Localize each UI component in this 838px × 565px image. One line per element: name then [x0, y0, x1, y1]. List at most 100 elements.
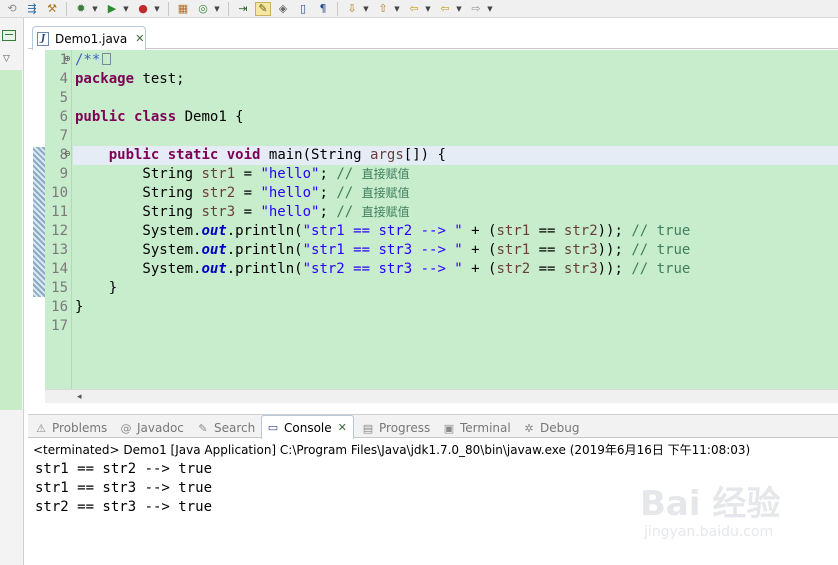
package-icon[interactable]: ▦ — [175, 2, 191, 16]
code-line[interactable]: System.out.println("str2 == str3 --> " +… — [75, 260, 690, 279]
tab-console[interactable]: ▭ Console ✕ — [261, 415, 354, 439]
tab-debug[interactable]: ✲ Debug — [522, 419, 579, 437]
chevron-down-icon[interactable]: ▼ — [91, 2, 99, 16]
close-icon[interactable]: ✕ — [135, 32, 144, 45]
forward-nav-icon[interactable]: ⇨ — [468, 2, 484, 16]
tab-label: Problems — [52, 421, 108, 435]
chevron-down-icon[interactable]: ▼ — [486, 2, 494, 16]
new-class-icon[interactable]: ◎ — [195, 2, 211, 16]
line-number: 16 — [51, 299, 68, 315]
history-icon[interactable]: ⟲ — [4, 2, 20, 16]
chevron-down-icon[interactable]: ▼ — [393, 2, 401, 16]
prev-annotation-icon[interactable]: ⇧ — [375, 2, 391, 16]
main-toolbar: ⟲ ⇶ ⚒ ✹ ▼ ▶ ▼ ● ▼ ▦ ◎ ▼ ⇥ ✎ ◈ ▯ ¶ ⇩ ▼ ⇧ … — [0, 0, 838, 18]
code-token: void — [226, 147, 261, 163]
code-token: String — [75, 185, 202, 201]
line-number: 7 — [59, 128, 68, 144]
code-line[interactable]: } — [75, 298, 83, 317]
code-line[interactable]: /** — [75, 51, 112, 70]
search-icon: ✎ — [198, 421, 208, 435]
line-number: 12 — [51, 223, 68, 239]
code-line[interactable]: String str1 = "hello"; // 直接赋值 — [75, 165, 410, 184]
line-number-ruler: 1 ⊕ 4 5 6 7 8 ⊖ 9 10 11 12 13 14 15 16 17 — [45, 50, 72, 389]
code-token: Demo1 { — [176, 109, 244, 125]
code-line[interactable]: public static void main(String args[]) { — [75, 146, 446, 165]
toggle-mark-icon[interactable]: ◈ — [275, 2, 291, 16]
code-line[interactable]: public class Demo1 { — [75, 108, 244, 127]
coverage-icon[interactable]: ● — [135, 2, 151, 16]
progress-icon: ▤ — [362, 421, 374, 435]
line-number: 13 — [51, 242, 68, 258]
expand-fold-icon[interactable]: ⊕ — [64, 54, 71, 63]
code-token: // — [336, 185, 362, 201]
terminal-icon: ▣ — [443, 421, 455, 435]
tab-terminal[interactable]: ▣ Terminal — [442, 419, 511, 437]
code-token: .println( — [226, 223, 303, 239]
code-token: String — [75, 204, 202, 220]
chevron-down-icon[interactable]: ▼ — [122, 2, 130, 16]
code-token: == — [530, 223, 564, 239]
code-token: .println( — [226, 261, 303, 277]
view-menu-icon[interactable]: ▽ — [3, 54, 10, 64]
code-token: "str2 == str3 --> " — [302, 261, 463, 277]
code-token: } — [75, 280, 118, 296]
bottom-panel-tabs: ⚠ Problems @ Javadoc ✎ Search ▭ Console ✕ ▤ Progre… — [28, 414, 838, 439]
console-output-line: str2 == str3 --> true — [35, 499, 213, 515]
scroll-left-icon[interactable]: ◂ — [77, 390, 82, 404]
tab-javadoc[interactable]: @ Javadoc — [119, 419, 184, 437]
chevron-down-icon[interactable]: ▼ — [362, 2, 370, 16]
code-line[interactable]: } — [75, 279, 117, 298]
code-token: .println( — [226, 242, 303, 258]
run-external-icon[interactable]: ⚒ — [44, 2, 60, 16]
open-type-icon[interactable]: ⇥ — [235, 2, 251, 16]
code-token: System. — [75, 242, 202, 258]
back-icon[interactable]: ⇦ — [406, 2, 422, 16]
tab-progress[interactable]: ▤ Progress — [361, 419, 430, 437]
toolbar-separator — [66, 1, 67, 16]
watermark-url: jingyan.baidu.com — [644, 524, 774, 540]
editor-tab-demo1[interactable]: J Demo1.java ✕ — [32, 26, 146, 50]
collapse-fold-icon[interactable]: ⊖ — [64, 149, 71, 158]
code-token: "hello" — [260, 185, 320, 201]
debug-config-icon[interactable]: ✹ — [73, 2, 89, 16]
chevron-down-icon[interactable]: ▼ — [153, 2, 161, 16]
console-output[interactable]: str1 == str2 --> true str1 == str3 --> tr… — [35, 460, 212, 517]
code-token: String — [75, 166, 202, 182]
code-token: 直接赋值 — [361, 167, 410, 181]
show-whitespace-icon[interactable]: ¶ — [315, 2, 331, 16]
code-token: ; — [319, 166, 337, 182]
toolbar-separator — [168, 1, 169, 16]
tab-problems[interactable]: ⚠ Problems — [34, 419, 107, 437]
tab-search[interactable]: ✎ Search — [196, 419, 255, 437]
code-token: "hello" — [260, 204, 320, 220]
horizontal-scrollbar[interactable]: ◂ — [45, 389, 838, 403]
highlight-icon[interactable]: ✎ — [255, 1, 271, 16]
chevron-down-icon[interactable]: ▼ — [213, 2, 221, 16]
code-line[interactable]: System.out.println("str1 == str2 --> " +… — [75, 222, 690, 241]
code-token: // — [336, 204, 362, 220]
pin-icon[interactable]: ▯ — [295, 2, 311, 16]
code-token: + ( — [462, 261, 497, 277]
code-token: "str1 == str2 --> " — [302, 223, 463, 239]
code-token: ; — [319, 204, 337, 220]
code-token: 直接赋值 — [361, 186, 410, 200]
toolbar-separator — [228, 1, 229, 16]
close-icon[interactable]: ✕ — [338, 421, 347, 434]
code-line[interactable]: String str3 = "hello"; // 直接赋值 — [75, 203, 409, 222]
chevron-down-icon[interactable]: ▼ — [424, 2, 432, 16]
folded-content-icon[interactable] — [102, 53, 112, 65]
code-token: )); — [597, 261, 632, 277]
code-line[interactable]: package test; — [75, 70, 185, 89]
restore-view-icon[interactable] — [2, 30, 16, 41]
editor-tab-label: Demo1.java — [55, 31, 128, 46]
code-line[interactable]: String str2 = "hello"; // 直接赋值 — [75, 184, 410, 203]
run-icon[interactable]: ▶ — [104, 2, 120, 16]
next-annotation-icon[interactable]: ⇩ — [344, 2, 360, 16]
code-token: str3 — [201, 204, 236, 220]
forward-icon[interactable]: ⇦ — [437, 2, 453, 16]
chevron-down-icon[interactable]: ▼ — [455, 2, 463, 16]
refactor-icon[interactable]: ⇶ — [24, 2, 40, 16]
code-line[interactable]: System.out.println("str1 == str3 --> " +… — [75, 241, 690, 260]
code-token: /** — [75, 52, 101, 68]
